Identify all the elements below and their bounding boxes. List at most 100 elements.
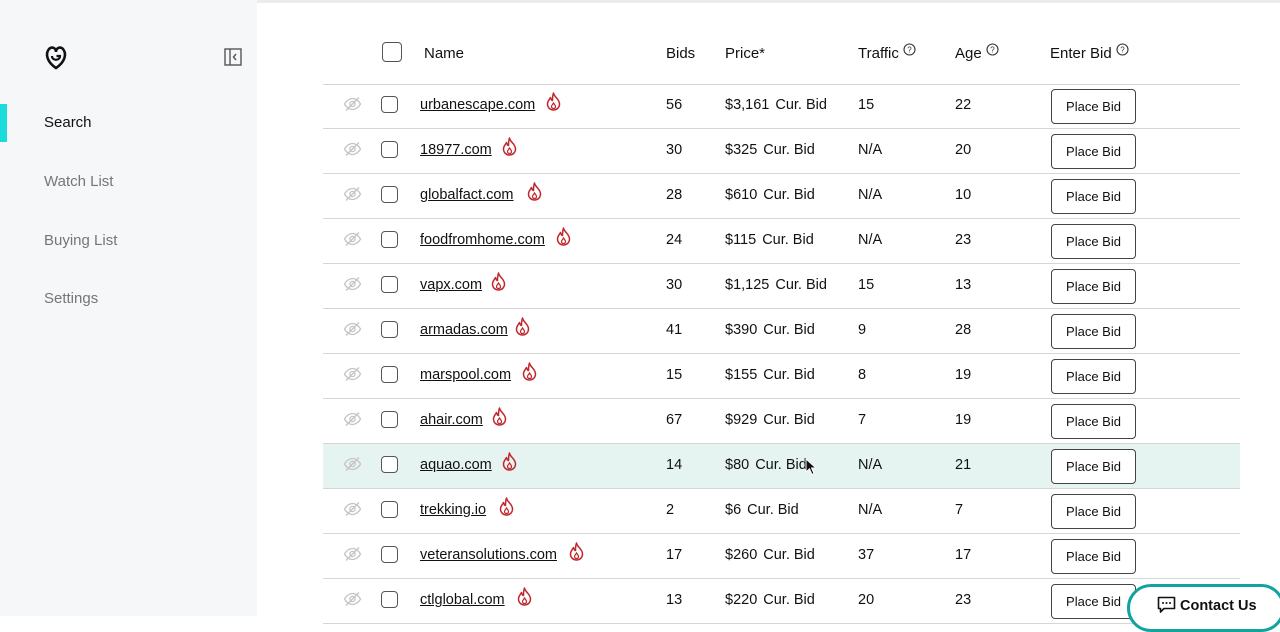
select-all-checkbox[interactable]: [382, 42, 402, 62]
domain-link[interactable]: armadas.com: [420, 322, 508, 338]
traffic-cell: N/A: [858, 502, 883, 518]
collapse-sidebar-icon[interactable]: [224, 48, 242, 66]
row-checkbox[interactable]: [381, 366, 398, 383]
sidebar-item-label: Settings: [44, 290, 99, 307]
row-checkbox[interactable]: [381, 186, 398, 203]
price-note: Cur. Bid: [763, 142, 815, 158]
row-checkbox[interactable]: [381, 141, 398, 158]
contact-us-button[interactable]: Contact Us: [1127, 584, 1280, 632]
flame-icon: [517, 587, 532, 606]
info-icon[interactable]: ?: [986, 43, 999, 56]
place-bid-button[interactable]: Place Bid: [1051, 89, 1136, 124]
place-bid-button[interactable]: Place Bid: [1051, 449, 1136, 484]
domain-link[interactable]: marspool.com: [420, 367, 511, 383]
row-checkbox[interactable]: [381, 456, 398, 473]
eye-slash-icon[interactable]: [343, 366, 362, 382]
age-cell: 13: [955, 277, 972, 293]
age-cell: 28: [955, 322, 972, 338]
place-bid-button[interactable]: Place Bid: [1051, 539, 1136, 574]
eye-slash-icon[interactable]: [343, 501, 362, 517]
godaddy-logo-icon[interactable]: [43, 44, 69, 70]
domain-link[interactable]: ctlglobal.com: [420, 592, 505, 608]
header-age[interactable]: Age?: [955, 43, 999, 62]
eye-slash-icon[interactable]: [343, 321, 362, 337]
place-bid-button[interactable]: Place Bid: [1051, 224, 1136, 259]
eye-slash-icon[interactable]: [343, 141, 362, 157]
age-cell: 23: [955, 592, 972, 608]
place-bid-button[interactable]: Place Bid: [1051, 359, 1136, 394]
flame-icon: [499, 497, 514, 516]
eye-slash-icon[interactable]: [343, 276, 362, 292]
price-value: $3,161: [725, 97, 770, 113]
place-bid-button[interactable]: Place Bid: [1051, 134, 1136, 169]
table-header: Name Bids Price* Traffic? Age? Enter Bid…: [323, 30, 1240, 85]
eye-slash-icon[interactable]: [343, 591, 362, 607]
sidebar-item-watch-list[interactable]: Watch List: [0, 163, 257, 201]
eye-slash-icon[interactable]: [343, 456, 362, 472]
header-bids[interactable]: Bids: [666, 45, 695, 62]
flame-icon: [556, 227, 571, 246]
domain-link[interactable]: vapx.com: [420, 277, 482, 293]
eye-slash-icon[interactable]: [343, 231, 362, 247]
row-checkbox[interactable]: [381, 411, 398, 428]
bids-cell: 24: [666, 232, 683, 248]
row-checkbox[interactable]: [381, 321, 398, 338]
place-bid-button[interactable]: Place Bid: [1051, 179, 1136, 214]
row-checkbox[interactable]: [381, 501, 398, 518]
domain-link[interactable]: trekking.io: [420, 502, 486, 518]
price-value: $260: [725, 547, 758, 563]
place-bid-button[interactable]: Place Bid: [1051, 269, 1136, 304]
price-value: $610: [725, 187, 758, 203]
place-bid-button[interactable]: Place Bid: [1051, 584, 1136, 619]
row-checkbox[interactable]: [381, 591, 398, 608]
mouse-cursor-icon: [805, 458, 817, 476]
domain-link[interactable]: 18977.com: [420, 142, 492, 158]
bids-cell: 15: [666, 367, 683, 383]
domain-link[interactable]: urbanescape.com: [420, 97, 535, 113]
row-checkbox[interactable]: [381, 276, 398, 293]
eye-slash-icon[interactable]: [343, 546, 362, 562]
price-note: Cur. Bid: [763, 412, 815, 428]
flame-icon: [502, 452, 517, 471]
age-cell: 7: [955, 502, 964, 518]
header-enter-bid-label: Enter Bid: [1050, 45, 1112, 62]
place-bid-button[interactable]: Place Bid: [1051, 314, 1136, 349]
header-traffic[interactable]: Traffic?: [858, 43, 916, 62]
row-checkbox[interactable]: [381, 96, 398, 113]
domain-link[interactable]: globalfact.com: [420, 187, 514, 203]
domain-link[interactable]: veteransolutions.com: [420, 547, 557, 563]
header-price[interactable]: Price*: [725, 45, 765, 62]
price-cell: $325 Cur. Bid: [725, 142, 815, 158]
bids-cell: 28: [666, 187, 683, 203]
table-row: aquao.com 14 $80 Cur. Bid N/A 21 Place Bid: [323, 444, 1240, 489]
header-name[interactable]: Name: [424, 45, 464, 62]
eye-slash-icon[interactable]: [343, 96, 362, 112]
place-bid-button[interactable]: Place Bid: [1051, 404, 1136, 439]
eye-slash-icon[interactable]: [343, 186, 362, 202]
sidebar-item-settings[interactable]: Settings: [0, 280, 257, 318]
domain-link[interactable]: aquao.com: [420, 457, 492, 473]
price-note: Cur. Bid: [763, 367, 815, 383]
age-cell: 19: [955, 412, 972, 428]
row-checkbox[interactable]: [381, 231, 398, 248]
sidebar-item-search[interactable]: Search: [0, 104, 257, 142]
price-cell: $3,161 Cur. Bid: [725, 97, 827, 113]
table-row: urbanescape.com 56 $3,161 Cur. Bid 15 22 Place…: [323, 84, 1240, 129]
domain-link[interactable]: ahair.com: [420, 412, 483, 428]
bids-cell: 41: [666, 322, 683, 338]
table-row: marspool.com 15 $155 Cur. Bid 8 19 Place Bid: [323, 354, 1240, 399]
info-icon[interactable]: ?: [1116, 43, 1129, 56]
table-row: 18977.com 30 $325 Cur. Bid N/A 20 Place Bid: [323, 129, 1240, 174]
flame-icon: [569, 542, 584, 561]
row-checkbox[interactable]: [381, 546, 398, 563]
eye-slash-icon[interactable]: [343, 411, 362, 427]
traffic-cell: 15: [858, 97, 875, 113]
domain-link[interactable]: foodfromhome.com: [420, 232, 545, 248]
age-cell: 23: [955, 232, 972, 248]
info-icon[interactable]: ?: [903, 43, 916, 56]
bids-cell: 56: [666, 97, 683, 113]
flame-icon: [492, 407, 507, 426]
place-bid-button[interactable]: Place Bid: [1051, 494, 1136, 529]
price-note: Cur. Bid: [775, 97, 827, 113]
sidebar-item-buying-list[interactable]: Buying List: [0, 222, 257, 260]
